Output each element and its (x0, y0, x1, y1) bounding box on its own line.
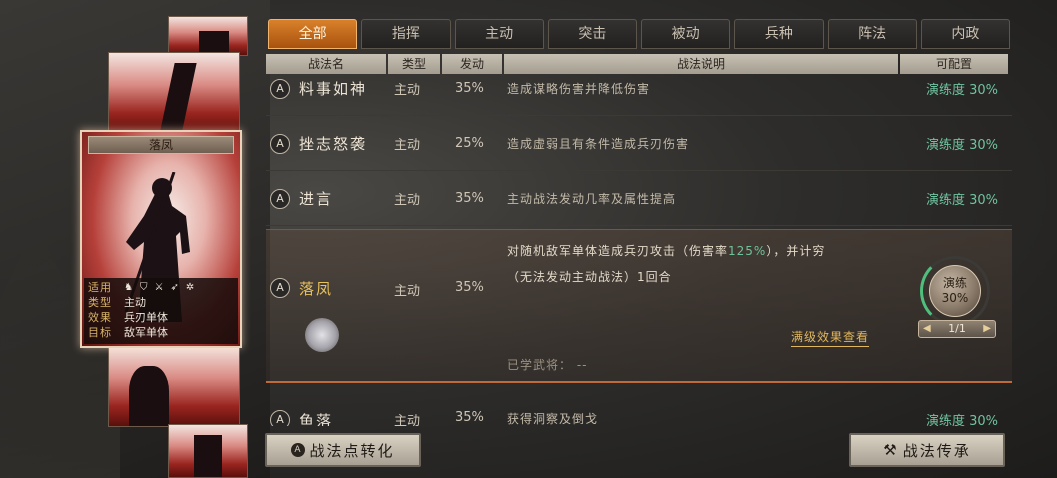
wheel-icon: ✲ (185, 282, 195, 293)
skill-rate: 35% (455, 81, 484, 96)
skill-type: 主动 (394, 414, 421, 426)
info-key: 效果 (88, 311, 112, 324)
info-value: 兵刃单体 (124, 311, 168, 324)
header-config[interactable]: 可配置 (900, 54, 1008, 74)
skill-config: 演练度 30% (925, 193, 998, 208)
tab-all[interactable]: 全部 (268, 19, 358, 49)
skill-rate: 35% (455, 410, 484, 425)
info-key: 类型 (88, 296, 112, 309)
skill-badge: A (270, 278, 290, 298)
tab-command[interactable]: 指挥 (361, 19, 451, 49)
skill-name: 料事如神 (299, 80, 368, 98)
desc-line-2: （无法发动主动战法）1回合 (507, 270, 672, 284)
skill-name: 落凤 (299, 280, 334, 298)
skill-type: 主动 (394, 138, 421, 153)
skill-desc: 造成虚弱且有条件造成兵刃伤害 (507, 137, 690, 151)
skill-desc: 造成谋略伤害并降低伤害 (507, 82, 651, 96)
skill-badge: A (270, 78, 290, 99)
skill-desc: 主动战法发动几率及属性提高 (507, 192, 677, 206)
full-effect-link[interactable]: 满级效果查看 (791, 328, 870, 347)
card-thumb[interactable] (168, 16, 248, 56)
skill-desc-full: 对随机敌军单体造成兵刃攻击（伤害率125%），并计穷 （无法发动主动战法）1回合 (507, 238, 907, 290)
skill-row[interactable]: A 鱼落 主动 35% 获得洞察及倒戈 演练度 30% (266, 400, 1012, 426)
skill-list[interactable]: A 料事如神 主动 35% 造成谋略伤害并降低伤害 演练度 30% A 挫志怒袭… (266, 74, 1012, 426)
train-count: ◀ 1/1 ▶ (918, 320, 996, 338)
header-name[interactable]: 战法名 (266, 54, 386, 74)
shield-icon: ⛉ (139, 282, 148, 293)
header-rate[interactable]: 发动 (442, 54, 502, 74)
hammer-icon: ⚒ (883, 441, 899, 459)
skill-type: 主动 (394, 83, 421, 98)
skill-rate: 35% (455, 191, 484, 206)
category-tabs: 全部 指挥 主动 突击 被动 兵种 阵法 内政 (268, 19, 1010, 51)
count-value: 1/1 (948, 322, 966, 335)
skill-badge: A (270, 133, 290, 154)
convert-label: 战法点转化 (309, 441, 395, 460)
skill-badge: A (270, 188, 290, 209)
train-button[interactable]: 演练 30% (929, 265, 981, 317)
skill-name: 进言 (299, 190, 334, 208)
info-key: 目标 (88, 326, 112, 339)
spear-icon: ⚔ (154, 282, 164, 293)
skill-badge: A (270, 410, 290, 426)
arrow-right-icon: ▶ (983, 323, 991, 334)
header-type[interactable]: 类型 (388, 54, 440, 74)
tab-internal[interactable]: 内政 (920, 19, 1010, 49)
skill-point-icon: A (291, 443, 306, 457)
info-value: 主动 (124, 296, 146, 309)
skill-row[interactable]: A 料事如神 主动 35% 造成谋略伤害并降低伤害 演练度 30% (266, 74, 1012, 116)
learned-generals: 已学武将： -- (507, 356, 588, 373)
info-key: 适用 (88, 281, 112, 294)
card-thumb[interactable] (168, 424, 248, 478)
applicable-icons: ♞ ⛉ ⚔ ➶ ✲ (124, 280, 194, 295)
desc-line-1: 对随机敌军单体造成兵刃攻击（伤害率125%），并计穷 (507, 238, 907, 264)
damage-rate: 125% (728, 244, 767, 258)
skill-config: 演练度 30% (925, 414, 998, 426)
card-info: 适用 ♞ ⛉ ⚔ ➶ ✲ 类型 主动 效果 兵刃单体 目标 敌军单体 (84, 278, 238, 344)
skill-row[interactable]: A 挫志怒袭 主动 25% 造成虚弱且有条件造成兵刃伤害 演练度 30% (266, 117, 1012, 171)
inherit-skill-button[interactable]: ⚒ 战法传承 (849, 433, 1005, 467)
desc-text: ），并计穷 (766, 244, 826, 258)
skill-desc: 获得洞察及倒戈 (507, 412, 599, 426)
convert-points-button[interactable]: A 战法点转化 (265, 433, 421, 467)
learned-label: 已学武将： (507, 358, 573, 372)
skill-config: 演练度 30% (925, 138, 998, 153)
card-thumb[interactable] (108, 52, 240, 134)
tab-assault[interactable]: 突击 (547, 19, 637, 49)
train-widget[interactable]: 演练 30% ◀ 1/1 ▶ (916, 256, 998, 342)
card-name: 落凤 (88, 136, 234, 154)
train-label: 演练 (942, 276, 967, 290)
inherit-label: 战法传承 (902, 441, 971, 460)
touch-indicator (305, 318, 339, 352)
cavalry-icon: ♞ (124, 282, 133, 293)
desc-text: 对随机敌军单体造成兵刃攻击（伤害率 (507, 244, 729, 258)
tab-formation[interactable]: 阵法 (827, 19, 917, 49)
skill-rate: 35% (455, 280, 484, 295)
info-value: 敌军单体 (124, 326, 168, 339)
skill-row[interactable]: A 进言 主动 35% 主动战法发动几率及属性提高 演练度 30% (266, 172, 1012, 226)
archer-icon: ➶ (170, 282, 179, 293)
train-value: 30% (941, 291, 969, 305)
skill-type: 主动 (394, 193, 421, 208)
skill-name: 挫志怒袭 (299, 135, 368, 153)
tab-active[interactable]: 主动 (454, 19, 544, 49)
card-thumb[interactable] (108, 345, 240, 427)
tab-troop[interactable]: 兵种 (734, 19, 824, 49)
header-desc: 战法说明 (504, 54, 898, 74)
selected-skill-card[interactable]: 落凤 适用 ♞ ⛉ ⚔ ➶ ✲ 类型 主动 效果 兵刃单体 目标 敌军单体 (80, 130, 242, 348)
tab-passive[interactable]: 被动 (641, 19, 731, 49)
table-header: 战法名 类型 发动 战法说明 可配置 (266, 54, 1012, 74)
learned-value: -- (576, 358, 588, 372)
skill-config: 演练度 30% (925, 83, 998, 98)
skill-name: 鱼落 (299, 412, 334, 426)
skill-row-expanded[interactable]: A 落凤 主动 35% 对随机敌军单体造成兵刃攻击（伤害率125%），并计穷 （… (266, 229, 1012, 383)
skill-rate: 25% (455, 136, 484, 151)
skill-type: 主动 (394, 284, 421, 299)
arrow-left-icon: ◀ (923, 323, 931, 334)
